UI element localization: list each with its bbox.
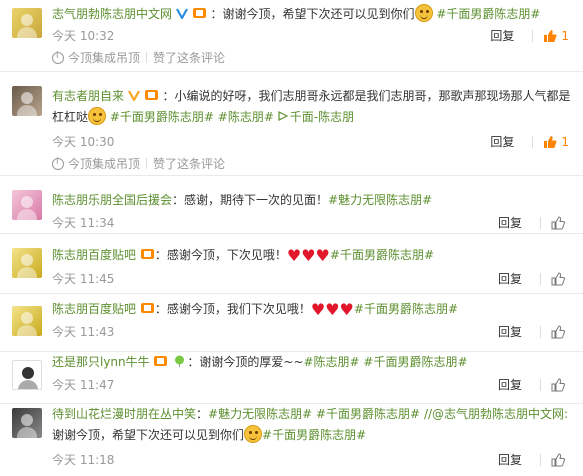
reply-button[interactable]: 回复 [498, 376, 522, 393]
username-link[interactable]: 陈志朋百度贴吧 [52, 248, 136, 262]
avatar[interactable] [12, 190, 42, 220]
topic-tag[interactable]: #魅力无限陈志朋# [328, 193, 432, 207]
comment-item: 还是那只lynn牛牛 ：谢谢今顶的厚爱~~#陈志朋# #千面男爵陈志朋# 今天 … [0, 352, 583, 404]
username-link[interactable]: 陈志朋乐朋全国后援会 [52, 193, 172, 207]
avatar[interactable] [12, 8, 42, 38]
topic-tag[interactable]: #千面男爵陈志朋# [110, 110, 214, 124]
avatar[interactable] [12, 360, 42, 390]
balloon-icon [175, 355, 185, 367]
info-icon [52, 157, 64, 170]
avatar[interactable] [12, 248, 42, 278]
comment-item: 待到山花烂漫时朋在丛中笑：#魅力无限陈志朋# #千面男爵陈志朋# //@志气朋勃… [0, 404, 583, 476]
comment-item: 陈志朋百度贴吧 ：感谢今顶，下次见哦！♥♥♥#千面男爵陈志朋# 今天 11:45… [0, 234, 583, 294]
timestamp: 今天 10:30 [52, 135, 115, 149]
verified-v-icon [175, 8, 188, 19]
liked-note: 赞了这条评论 [153, 157, 226, 171]
topic-tag[interactable]: #千面男爵陈志朋# [330, 248, 434, 262]
username-link[interactable]: 陈志朋百度贴吧 [52, 302, 136, 316]
like-thumb-icon[interactable] [551, 377, 565, 392]
timestamp: 今天 11:45 [52, 272, 115, 286]
comment-item: 陈志朋乐朋全国后援会：感谢，期待下一次的见面！#魅力无限陈志朋# 今天 11:3… [0, 176, 583, 234]
video-link[interactable]: 千面-陈志朋 [278, 110, 354, 124]
reply-button[interactable]: 回复 [498, 451, 522, 468]
avatar[interactable] [12, 306, 42, 336]
avatar[interactable] [12, 86, 42, 116]
reply-button[interactable]: 回复 [498, 323, 522, 340]
play-icon [278, 111, 288, 121]
verified-v-icon [127, 90, 140, 101]
comment-text: ：谢谢今顶的厚爱~~ [187, 355, 304, 369]
like-count: 1 [561, 28, 569, 43]
like-count: 1 [561, 134, 569, 149]
member-badge-icon [144, 90, 158, 100]
liked-note: 赞了这条评论 [153, 51, 226, 65]
comment-text: ：感谢今顶，我们下次见哦！ [154, 302, 311, 316]
repost-mention-link[interactable]: //@志气朋勃陈志朋中文网: [424, 407, 568, 421]
reply-button[interactable]: 回复 [498, 214, 522, 231]
comment-text: ：感谢今顶，下次见哦！ [154, 248, 287, 262]
liked-by-user[interactable]: 今顶集成吊顶 [68, 49, 140, 66]
reply-button[interactable]: 回复 [490, 133, 514, 150]
like-thumb-icon[interactable] [543, 29, 557, 43]
comment-text: ：感谢，期待下一次的见面！ [172, 193, 329, 207]
heart-emoji-icon: ♥ [310, 300, 326, 319]
topic-tag[interactable]: #千面男爵陈志朋# [262, 428, 366, 442]
member-badge-icon [140, 249, 154, 259]
heart-emoji-icon: ♥ [339, 300, 354, 319]
comment-text: ： [196, 407, 209, 421]
topic-tag[interactable]: #魅力无限陈志朋# [208, 407, 312, 421]
topic-tag[interactable]: #陈志朋# [303, 355, 359, 369]
reply-button[interactable]: 回复 [490, 27, 514, 44]
username-link[interactable]: 有志者朋自来 [52, 89, 124, 103]
member-badge-icon [140, 303, 154, 313]
comment-item: 有志者朋自来 ：小编说的好呀，我们志朋哥永远都是我们志朋哥，那歌声那现场那人气都… [0, 72, 583, 176]
member-badge-icon [154, 356, 168, 366]
info-icon [52, 51, 64, 64]
like-thumb-icon[interactable] [551, 452, 565, 467]
comment-item: 志气朋勃陈志朋中文网 ：谢谢今顶，希望下次还可以见到你们 #千面男爵陈志朋# 今… [0, 0, 583, 72]
topic-tag[interactable]: #千面男爵陈志朋# [316, 407, 420, 421]
repost-text: 谢谢今顶，希望下次还可以见到你们 [52, 428, 245, 442]
comment-item: 陈志朋百度贴吧 ：感谢今顶，我们下次见哦！♥♥♥#千面男爵陈志朋# 今天 11:… [0, 294, 583, 352]
timestamp: 今天 11:47 [52, 378, 115, 392]
heart-emoji-icon: ♥ [325, 300, 340, 319]
topic-tag[interactable]: #千面男爵陈志朋# [354, 302, 458, 316]
topic-tag[interactable]: #千面男爵陈志朋# [436, 7, 540, 21]
topic-tag[interactable]: #陈志朋# [218, 110, 274, 124]
avatar[interactable] [12, 408, 42, 438]
heart-emoji-icon: ♥ [301, 246, 316, 265]
heart-emoji-icon: ♥ [286, 246, 302, 265]
smile-emoji-icon [414, 4, 433, 22]
username-link[interactable]: 还是那只lynn牛牛 [52, 355, 150, 369]
timestamp: 今天 10:32 [52, 29, 115, 43]
smile-emoji-icon [244, 425, 263, 443]
username-link[interactable]: 志气朋勃陈志朋中文网 [52, 7, 172, 21]
topic-tag[interactable]: #千面男爵陈志朋# [363, 355, 467, 369]
laugh-emoji-icon [88, 107, 107, 125]
reply-button[interactable]: 回复 [498, 270, 522, 287]
heart-emoji-icon: ♥ [315, 246, 330, 265]
comment-text: ：谢谢今顶，希望下次还可以见到你们 [210, 7, 415, 21]
like-thumb-icon[interactable] [543, 135, 557, 149]
timestamp: 今天 11:43 [52, 325, 115, 339]
like-thumb-icon[interactable] [551, 271, 565, 286]
like-thumb-icon[interactable] [551, 215, 565, 230]
like-thumb-icon[interactable] [551, 324, 565, 339]
liked-by-user[interactable]: 今顶集成吊顶 [68, 155, 140, 172]
timestamp: 今天 11:18 [52, 453, 115, 467]
member-badge-icon [192, 8, 206, 18]
timestamp: 今天 11:34 [52, 216, 115, 230]
username-link[interactable]: 待到山花烂漫时朋在丛中笑 [52, 407, 196, 421]
